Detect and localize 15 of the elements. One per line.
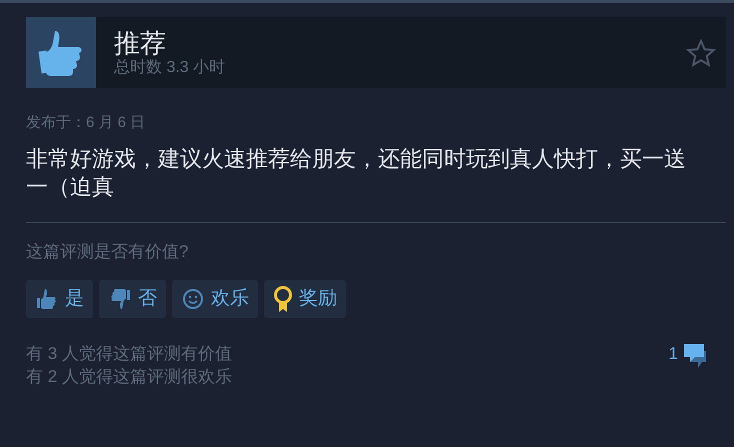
favorite-star-icon[interactable] (686, 38, 716, 66)
yes-button[interactable]: 是 (26, 280, 93, 318)
award-ribbon-icon (273, 285, 293, 313)
helpful-question: 这篇评测是否有价值? (26, 240, 190, 262)
smiley-icon (181, 287, 205, 311)
playtime: 总时数 3.3 小时 (114, 58, 226, 78)
vote-summary: 有 3 人觉得这篇评测有价值 (26, 343, 232, 365)
comment-count: 1 (668, 344, 678, 364)
no-button[interactable]: 否 (99, 280, 166, 318)
award-button[interactable]: 奖励 (264, 280, 346, 318)
posted-date: 发布于：6 月 6 日 (26, 113, 146, 133)
vote-summary: 有 2 人觉得这篇评测很欢乐 (26, 366, 232, 388)
review-text: 非常好游戏，建议火速推荐给朋友，还能同时玩到真人快打，买一送一（迫真 (26, 144, 687, 200)
funny-button[interactable]: 欢乐 (172, 280, 258, 318)
verdict-title: 推荐 (114, 28, 167, 58)
